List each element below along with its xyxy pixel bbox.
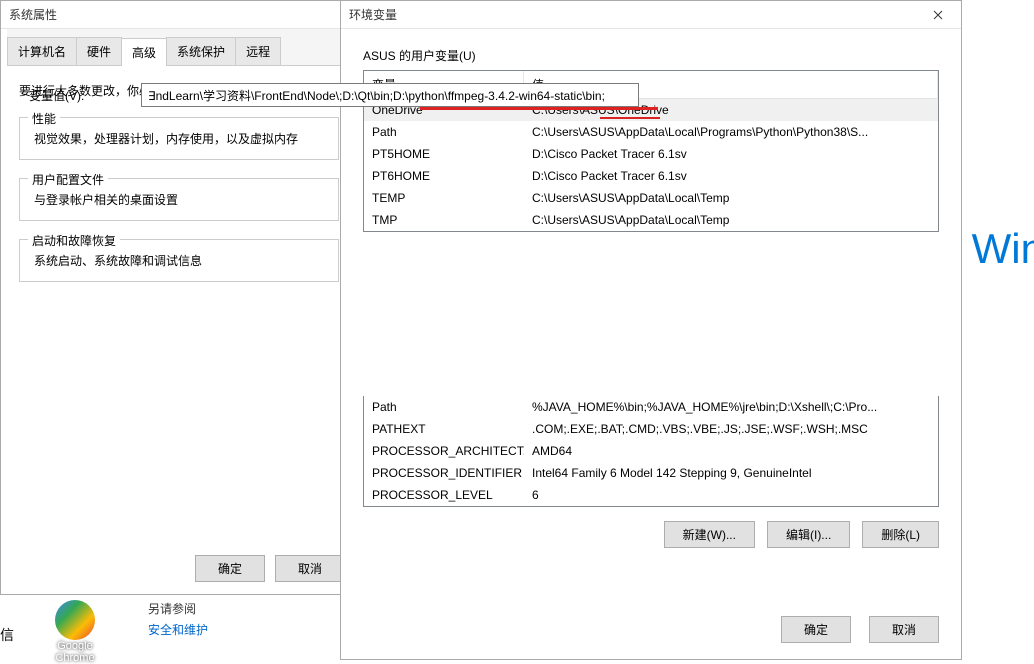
envvar-titlebar: 环境变量 <box>341 1 961 29</box>
tab-system-protection[interactable]: 系统保护 <box>166 37 236 65</box>
table-row[interactable]: PT6HOMED:\Cisco Packet Tracer 6.1sv <box>364 165 938 187</box>
security-maintenance-link[interactable]: 安全和维护 <box>148 621 208 638</box>
var-value-input[interactable] <box>141 83 639 107</box>
chrome-desktop-icon[interactable]: Google Chrome <box>50 600 100 664</box>
table-row[interactable]: TMPC:\Users\ASUS\AppData\Local\Temp <box>364 209 938 231</box>
table-row[interactable]: PathC:\Users\ASUS\AppData\Local\Programs… <box>364 121 938 143</box>
sysprops-title: 系统属性 <box>9 6 57 23</box>
table-row[interactable]: PROCESSOR_LEVEL6 <box>364 484 938 506</box>
userprofile-legend: 用户配置文件 <box>28 171 108 188</box>
close-icon <box>933 10 943 20</box>
tab-hardware[interactable]: 硬件 <box>76 37 122 65</box>
sysprops-ok-button[interactable]: 确定 <box>195 555 265 582</box>
envvar-cancel-button[interactable]: 取消 <box>869 616 939 643</box>
see-also-section: 另请参阅 安全和维护 <box>148 600 208 638</box>
background-windows-text: Win <box>972 225 1034 273</box>
tab-computer-name[interactable]: 计算机名 <box>7 37 77 65</box>
partial-text: 信 <box>0 625 14 645</box>
sys-edit-button[interactable]: 编辑(I)... <box>767 521 850 548</box>
table-row[interactable]: PROCESSOR_ARCHITECT...AMD64 <box>364 440 938 462</box>
sysprops-titlebar: 系统属性 <box>1 1 357 29</box>
envvar-ok-button[interactable]: 确定 <box>781 616 851 643</box>
table-row[interactable]: PROCESSOR_IDENTIFIERIntel64 Family 6 Mod… <box>364 462 938 484</box>
envvar-title: 环境变量 <box>349 6 397 23</box>
red-underline-annotation-2 <box>600 117 660 119</box>
table-row[interactable]: PT5HOMED:\Cisco Packet Tracer 6.1sv <box>364 143 938 165</box>
sys-new-button[interactable]: 新建(W)... <box>664 521 755 548</box>
see-also-title: 另请参阅 <box>148 600 208 617</box>
startup-group: 启动和故障恢复 系统启动、系统故障和调试信息 <box>19 239 339 282</box>
sysprops-cancel-button[interactable]: 取消 <box>275 555 345 582</box>
tab-advanced[interactable]: 高级 <box>121 38 167 66</box>
system-vars-table[interactable]: Path%JAVA_HOME%\bin;%JAVA_HOME%\jre\bin;… <box>363 396 939 507</box>
chrome-label: Google Chrome <box>50 640 100 664</box>
startup-text: 系统启动、系统故障和调试信息 <box>34 252 324 269</box>
envvar-close-button[interactable] <box>923 5 953 25</box>
table-row[interactable]: TEMPC:\Users\ASUS\AppData\Local\Temp <box>364 187 938 209</box>
performance-text: 视觉效果，处理器计划，内存使用，以及虚拟内存 <box>34 130 324 147</box>
chrome-icon <box>55 600 95 640</box>
performance-legend: 性能 <box>28 110 60 127</box>
sysprops-tabs: 计算机名 硬件 高级 系统保护 远程 <box>7 29 351 66</box>
tab-remote[interactable]: 远程 <box>235 37 281 65</box>
startup-legend: 启动和故障恢复 <box>28 232 120 249</box>
red-underline-annotation <box>420 107 658 110</box>
sys-delete-button[interactable]: 删除(L) <box>862 521 939 548</box>
user-vars-label: ASUS 的用户变量(U) <box>363 47 939 64</box>
userprofile-group: 用户配置文件 与登录帐户相关的桌面设置 <box>19 178 339 221</box>
performance-group: 性能 视觉效果，处理器计划，内存使用，以及虚拟内存 <box>19 117 339 160</box>
table-row[interactable]: PATHEXT.COM;.EXE;.BAT;.CMD;.VBS;.VBE;.JS… <box>364 418 938 440</box>
table-row[interactable]: Path%JAVA_HOME%\bin;%JAVA_HOME%\jre\bin;… <box>364 396 938 418</box>
userprofile-text: 与登录帐户相关的桌面设置 <box>34 191 324 208</box>
var-value-label: 变量值(V): <box>29 87 141 104</box>
